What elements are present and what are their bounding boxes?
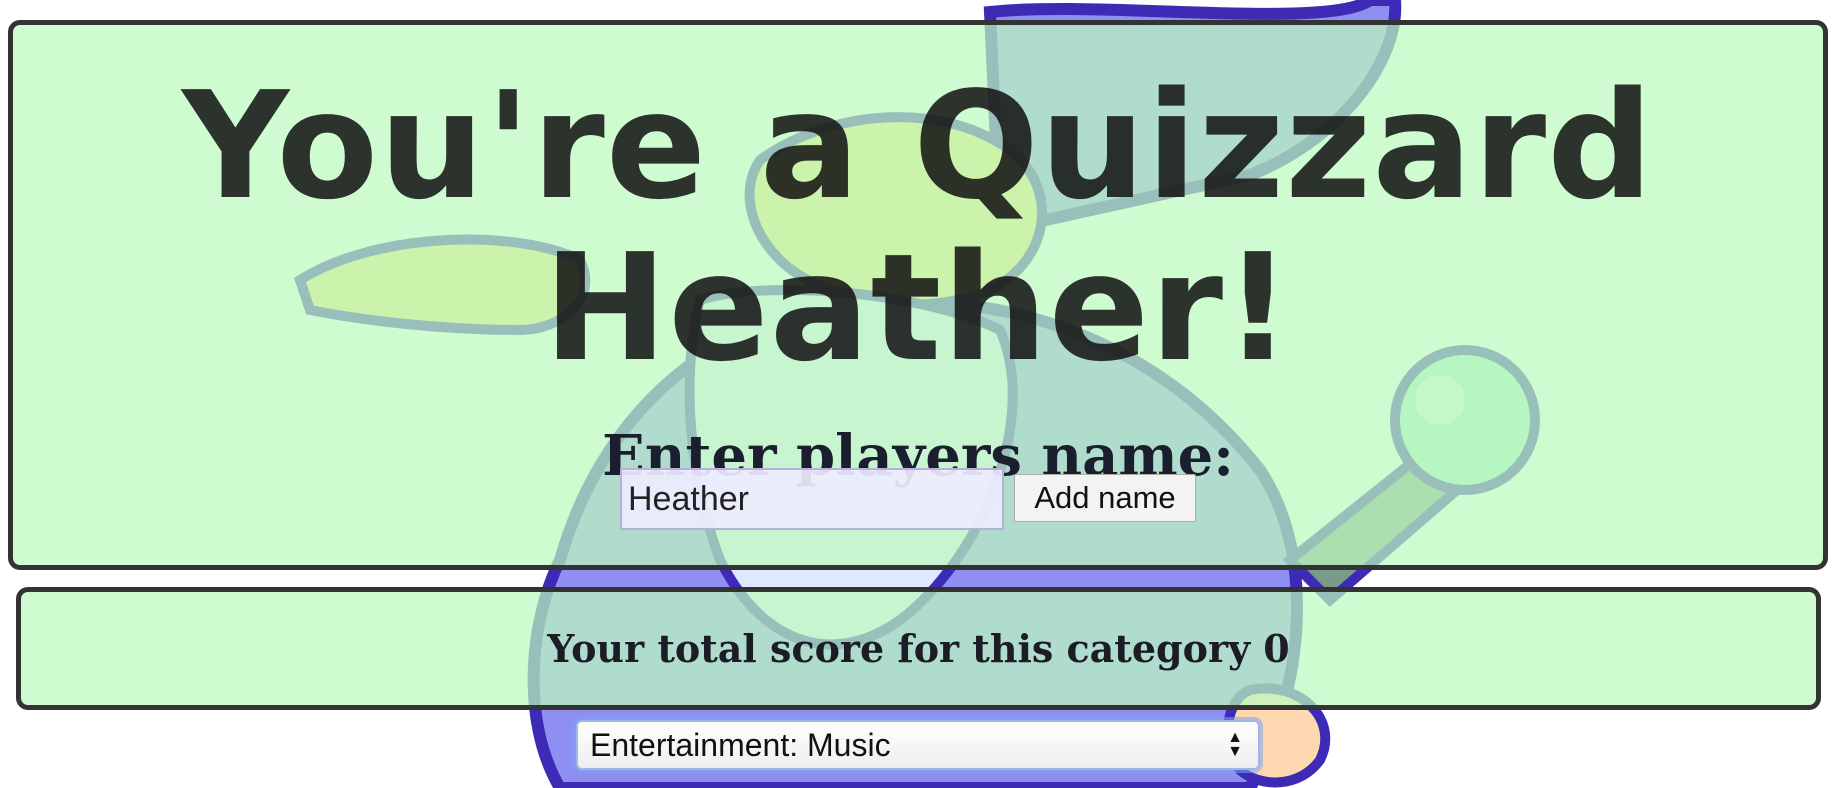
quiz-app: You're a Quizzard Heather! Enter players… <box>0 0 1838 788</box>
add-name-button[interactable]: Add name <box>1014 474 1196 522</box>
category-select[interactable]: Entertainment: Music ▲ ▼ <box>576 720 1260 770</box>
page-title: You're a Quizzard Heather! <box>181 60 1655 394</box>
category-select-value: Entertainment: Music <box>590 726 891 763</box>
up-down-arrows-icon: ▲ ▼ <box>1227 729 1243 760</box>
score-panel: Your total score for this category 0 <box>16 587 1821 710</box>
player-name-input[interactable] <box>620 468 1004 530</box>
score-text: Your total score for this category 0 <box>547 626 1290 671</box>
